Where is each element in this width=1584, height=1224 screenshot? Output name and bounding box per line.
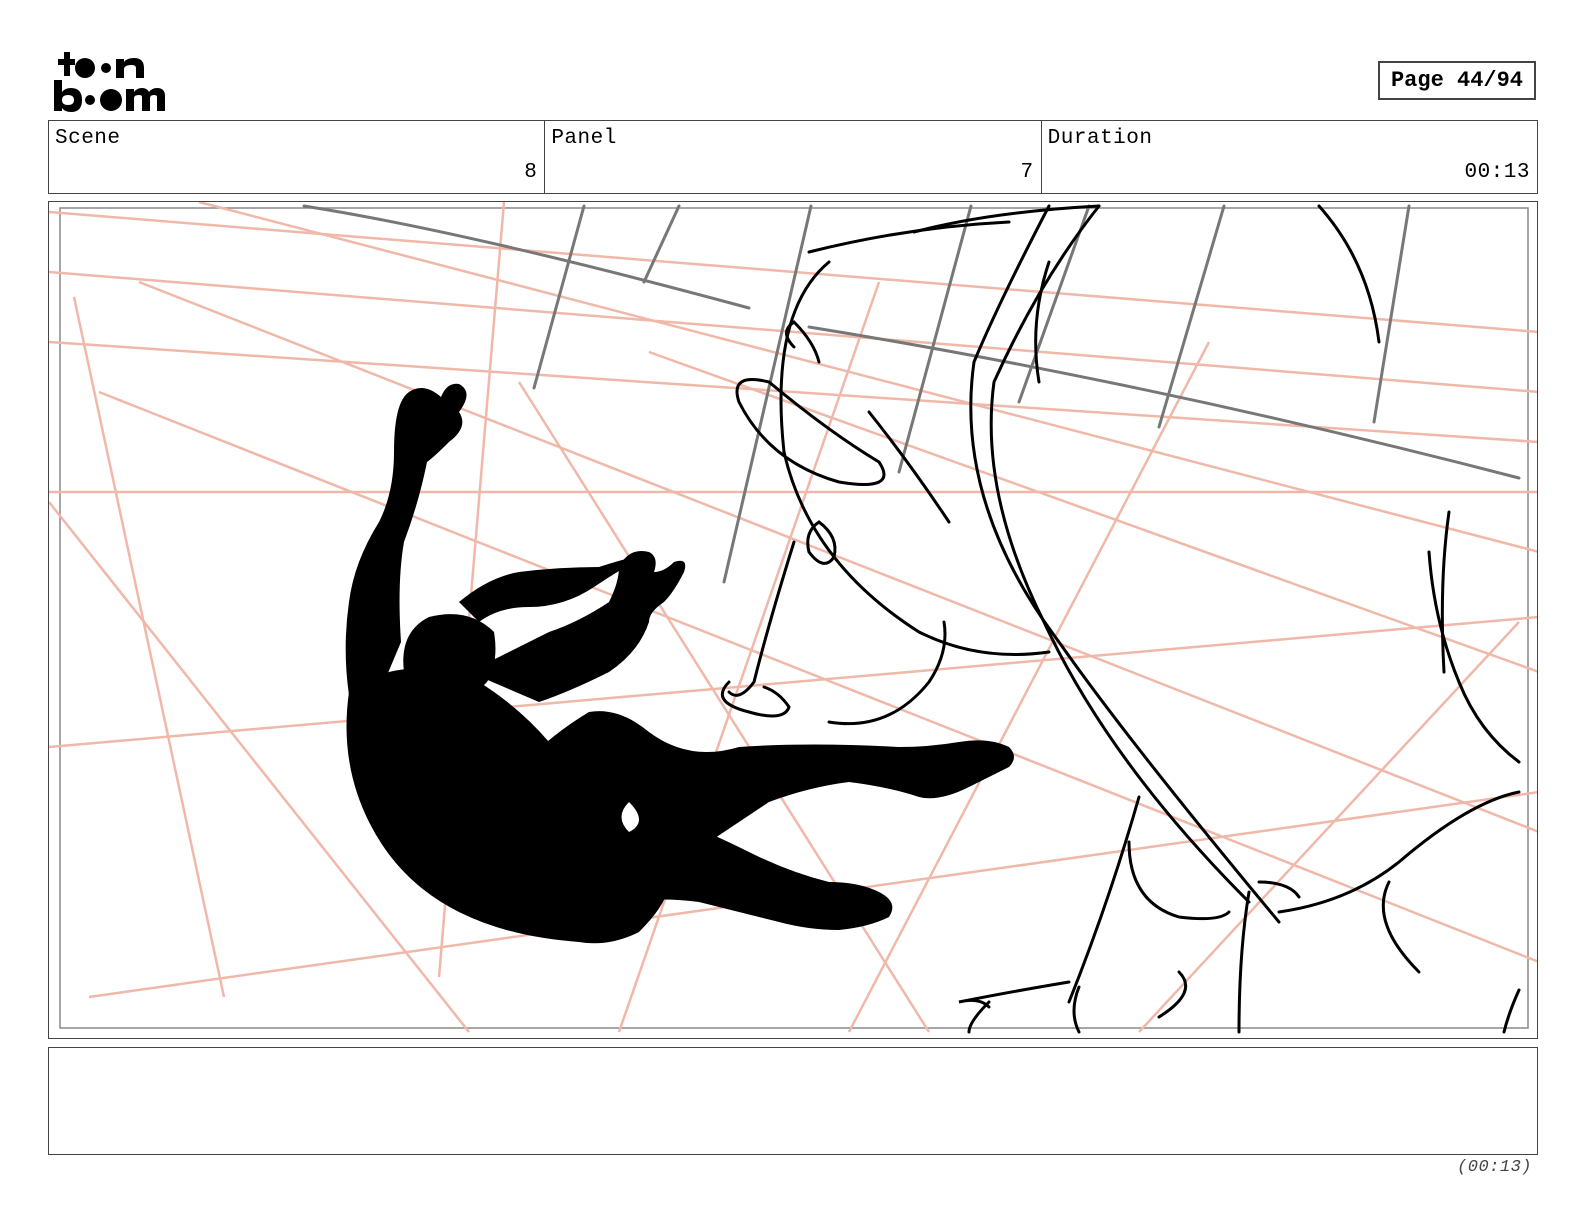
dialogue-notes-box [48, 1047, 1538, 1155]
scene-label: Scene [55, 127, 121, 150]
duration-value: 00:13 [1464, 161, 1530, 184]
duration-cell: Duration 00:13 [1042, 121, 1537, 193]
sketch-drawing [49, 202, 1537, 1034]
duration-label: Duration [1047, 127, 1153, 150]
toonboom-logo [54, 52, 165, 112]
panel-value: 7 [1020, 161, 1034, 184]
scene-cell: Scene 8 [49, 121, 546, 193]
footer-duration: (00:13) [1457, 1158, 1532, 1177]
scene-value: 8 [524, 161, 538, 184]
storyboard-panel-image [48, 201, 1538, 1039]
falling-figure-silhouette [345, 383, 1014, 944]
panel-info-bar: Scene 8 Panel 7 Duration 00:13 [48, 120, 1538, 194]
page-number: Page 44/94 [1378, 61, 1536, 100]
panel-cell: Panel 7 [545, 121, 1042, 193]
gray-sketch-lines [302, 204, 1521, 584]
page-number-label: Page 44/94 [1390, 68, 1524, 93]
panel-label: Panel [551, 127, 617, 150]
